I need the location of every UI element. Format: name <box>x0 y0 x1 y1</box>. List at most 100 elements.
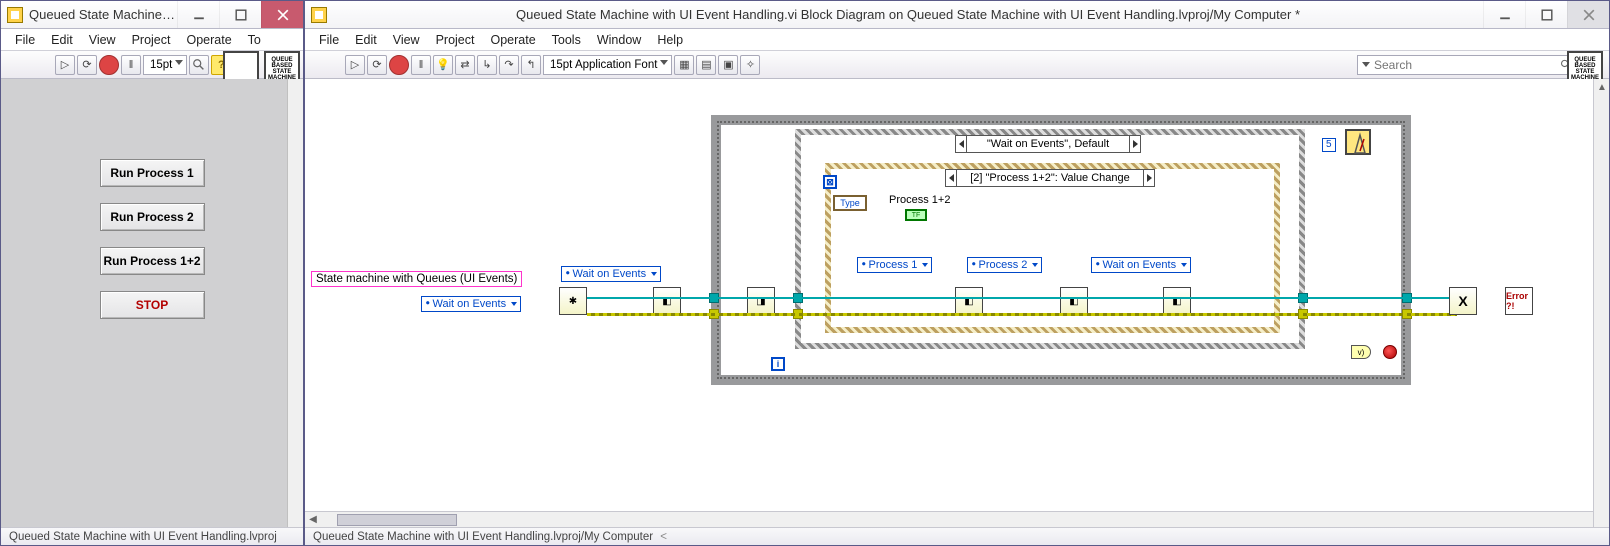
abort-button[interactable] <box>99 55 119 75</box>
distribute-button[interactable]: ▤ <box>696 55 716 75</box>
menu-operate[interactable]: Operate <box>180 31 237 49</box>
enum-text: Process 2 <box>979 259 1028 271</box>
loop-stop-terminal[interactable] <box>1383 345 1397 359</box>
align-button[interactable]: ▦ <box>674 55 694 75</box>
block-diagram-window: Queued State Machine with UI Event Handl… <box>304 0 1610 546</box>
zoom-button[interactable] <box>189 55 209 75</box>
enum-constant-p1[interactable]: Process 1 <box>857 257 932 273</box>
event-label: [2] "Process 1+2": Value Change <box>970 172 1130 184</box>
enqueue-node-init[interactable]: ◧ <box>653 287 681 315</box>
menu-view[interactable]: View <box>387 31 426 49</box>
enum-constant-element[interactable]: Wait on Events <box>421 296 521 312</box>
menu-file[interactable]: File <box>313 31 345 49</box>
queue-name-constant[interactable]: State machine with Queues (UI Events) <box>311 271 522 287</box>
reorder-button[interactable]: ▣ <box>718 55 738 75</box>
menu-project[interactable]: Project <box>126 31 177 49</box>
iteration-terminal[interactable]: i <box>771 357 785 371</box>
event-data-node-type[interactable]: Type <box>833 195 867 211</box>
retain-wire-button[interactable]: ⇄ <box>455 55 475 75</box>
menubar: File Edit View Project Operate Tools Win… <box>305 29 1609 51</box>
event-selector[interactable]: [2] "Process 1+2": Value Change <box>945 169 1155 187</box>
enqueue-node-p1[interactable]: ◧ <box>955 287 983 315</box>
font-selector[interactable]: 15pt Application Font <box>543 55 672 75</box>
menu-help[interactable]: Help <box>651 31 689 49</box>
menu-project[interactable]: Project <box>430 31 481 49</box>
titlebar: Queued State Machine with UI Event Handl… <box>305 1 1609 29</box>
step-over-button[interactable]: ↷ <box>499 55 519 75</box>
case-selector[interactable]: "Wait on Events", Default <box>955 135 1141 153</box>
enqueue-node-p2[interactable]: ◧ <box>1060 287 1088 315</box>
pause-button[interactable]: ‖ <box>411 55 431 75</box>
close-button[interactable] <box>1567 1 1609 28</box>
maximize-button[interactable] <box>219 1 261 28</box>
enum-constant-init[interactable]: Wait on Events <box>561 266 661 282</box>
next-case-button[interactable] <box>1129 136 1141 152</box>
scrollbar-vertical[interactable] <box>287 79 303 527</box>
or-node[interactable]: v) <box>1351 345 1371 359</box>
abort-button[interactable] <box>389 55 409 75</box>
enum-constant-wait[interactable]: Wait on Events <box>1091 257 1191 273</box>
step-out-button[interactable]: ↰ <box>521 55 541 75</box>
highlight-exec-button[interactable]: 💡 <box>433 55 453 75</box>
toolbar: ▷ ⟳ ‖ 💡 ⇄ ↳ ↷ ↰ 15pt Application Font ▦ … <box>305 51 1609 79</box>
scrollbar-horizontal[interactable]: ◀ <box>305 511 1593 527</box>
boolean-indicator[interactable]: TF <box>905 209 927 221</box>
chevron-down-icon <box>922 263 928 267</box>
menu-tools[interactable]: Tools <box>546 31 587 49</box>
run-process-1-2-button[interactable]: Run Process 1+2 <box>100 247 205 275</box>
enum-constant-p2[interactable]: Process 2 <box>967 257 1042 273</box>
titlebar: Queued State Machine wit... <box>1 1 303 29</box>
search-box[interactable] <box>1357 55 1577 75</box>
search-input[interactable] <box>1374 58 1560 72</box>
vi-icon <box>311 7 327 23</box>
chevron-down-icon <box>651 272 657 276</box>
menu-operate[interactable]: Operate <box>484 31 541 49</box>
font-selector[interactable]: 15pt <box>143 55 187 75</box>
run-process-2-button[interactable]: Run Process 2 <box>100 203 205 231</box>
enqueue-node-wait[interactable]: ◧ <box>1163 287 1191 315</box>
run-button[interactable]: ▷ <box>345 55 365 75</box>
dequeue-node[interactable]: ◨ <box>747 287 775 315</box>
scrollbar-thumb[interactable] <box>337 514 457 526</box>
event-structure[interactable] <box>825 163 1280 333</box>
simple-error-handler[interactable]: Error ?! <box>1505 287 1533 315</box>
run-continuous-button[interactable]: ⟳ <box>77 55 97 75</box>
statusbar: Queued State Machine with UI Event Handl… <box>305 527 1609 545</box>
dynamic-event-terminal[interactable]: ⊠ <box>823 175 837 189</box>
status-nav-prev[interactable]: < <box>657 531 667 543</box>
stop-button[interactable]: STOP <box>100 291 205 319</box>
scrollbar-vertical[interactable]: ▲ <box>1593 79 1609 527</box>
font-label: 15pt Application Font <box>550 59 657 71</box>
error-wire <box>587 313 1457 316</box>
menu-tools[interactable]: To <box>242 31 267 49</box>
pause-button[interactable]: ‖ <box>121 55 141 75</box>
numeric-constant-wait-ms[interactable]: 5 <box>1322 138 1336 152</box>
run-process-1-button[interactable]: Run Process 1 <box>100 159 205 187</box>
case-label: "Wait on Events", Default <box>987 138 1109 150</box>
release-queue-node[interactable]: X <box>1449 287 1477 315</box>
scroll-left-button[interactable]: ◀ <box>305 512 321 528</box>
next-event-button[interactable] <box>1143 170 1155 186</box>
minimize-button[interactable] <box>177 1 219 28</box>
minimize-button[interactable] <box>1483 1 1525 28</box>
prev-case-button[interactable] <box>955 136 967 152</box>
menu-edit[interactable]: Edit <box>45 31 79 49</box>
menu-edit[interactable]: Edit <box>349 31 383 49</box>
block-diagram-canvas[interactable]: "Wait on Events", Default [2] "Process 1… <box>305 79 1609 527</box>
chevron-down-icon <box>511 302 517 306</box>
maximize-button[interactable] <box>1525 1 1567 28</box>
chevron-down-icon <box>1181 263 1187 267</box>
menu-file[interactable]: File <box>9 31 41 49</box>
run-continuous-button[interactable]: ⟳ <box>367 55 387 75</box>
front-panel-canvas[interactable]: Run Process 1 Run Process 2 Run Process … <box>1 79 303 527</box>
cleanup-button[interactable]: ✧ <box>740 55 760 75</box>
run-button[interactable]: ▷ <box>55 55 75 75</box>
prev-event-button[interactable] <box>945 170 957 186</box>
step-into-button[interactable]: ↳ <box>477 55 497 75</box>
menu-window[interactable]: Window <box>591 31 647 49</box>
scroll-up-button[interactable]: ▲ <box>1594 79 1609 95</box>
wait-ms-node[interactable] <box>1345 129 1371 155</box>
obtain-queue-node[interactable]: ✱ <box>559 287 587 315</box>
close-button[interactable] <box>261 1 303 28</box>
menu-view[interactable]: View <box>83 31 122 49</box>
